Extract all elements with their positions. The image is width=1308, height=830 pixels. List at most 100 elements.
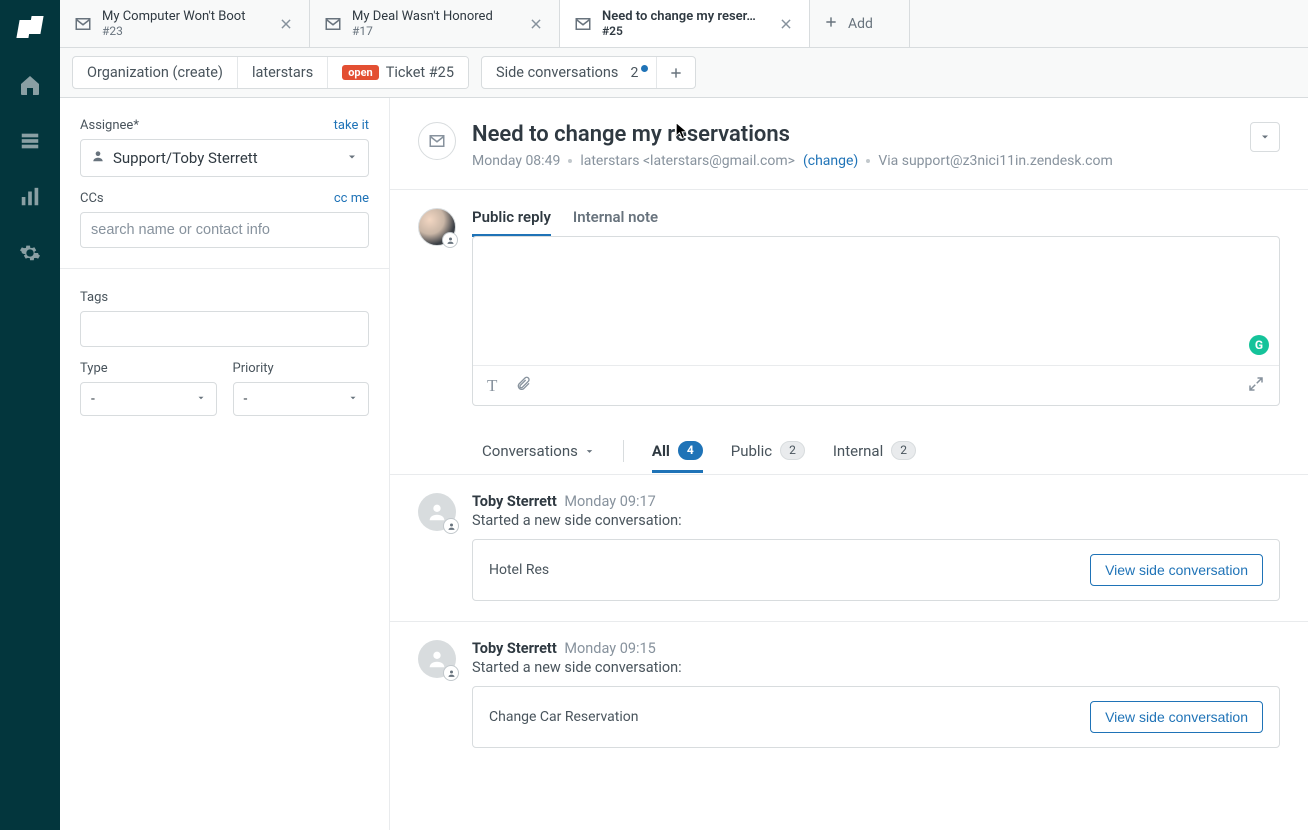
priority-label: Priority xyxy=(233,361,370,376)
agent-badge-icon xyxy=(443,665,459,681)
public-reply-tab[interactable]: Public reply xyxy=(472,208,551,237)
reply-section: Public reply Internal note G T xyxy=(390,190,1308,434)
ticket-requester: laterstars <laterstars@gmail.com> xyxy=(580,153,795,169)
assignee-value: Support/Toby Sterrett xyxy=(113,149,258,167)
reporting-icon[interactable] xyxy=(17,184,43,210)
dot-separator-icon xyxy=(568,159,572,163)
change-requester-link[interactable]: (change) xyxy=(803,153,858,169)
workspace-tab[interactable]: My Deal Wasn't Honored #17 xyxy=(310,0,560,47)
cc-me-link[interactable]: cc me xyxy=(334,191,369,206)
context-pill-row: Organization (create) laterstars open Ti… xyxy=(60,48,1308,98)
tab-sub: #25 xyxy=(602,24,767,38)
priority-select[interactable]: - xyxy=(233,382,370,416)
assignee-select[interactable]: Support/Toby Sterrett xyxy=(80,139,369,177)
take-it-link[interactable]: take it xyxy=(334,118,369,133)
user-avatar xyxy=(418,493,456,531)
home-icon[interactable] xyxy=(17,72,43,98)
conversation-filters: Conversations All 4 Public 2 Internal 2 xyxy=(390,434,1308,475)
agent-badge-icon xyxy=(442,232,458,248)
internal-note-tab[interactable]: Internal note xyxy=(573,208,658,237)
unread-indicator-icon xyxy=(641,65,648,72)
mail-icon xyxy=(324,15,342,33)
reply-tabs: Public reply Internal note xyxy=(472,208,1280,237)
close-icon[interactable] xyxy=(277,15,295,33)
side-conversation-card: Hotel Res View side conversation xyxy=(472,539,1280,601)
ccs-label: CCs xyxy=(80,191,104,206)
conv-tab-all-label: All xyxy=(652,442,670,460)
mail-icon xyxy=(74,15,92,33)
tab-sub: #17 xyxy=(352,24,517,38)
tab-title: My Computer Won't Boot xyxy=(102,9,267,24)
tab-sub: #23 xyxy=(102,24,267,38)
side-conversation-title: Hotel Res xyxy=(489,562,549,578)
reply-toolbar: T xyxy=(473,365,1279,405)
conv-action-text: Started a new side conversation: xyxy=(472,659,1280,676)
context-pill-group: Organization (create) laterstars open Ti… xyxy=(72,56,469,89)
views-icon[interactable] xyxy=(17,128,43,154)
workspace-tab[interactable]: My Computer Won't Boot #23 xyxy=(60,0,310,47)
conv-tab-public-count: 2 xyxy=(780,441,805,460)
admin-gear-icon[interactable] xyxy=(17,240,43,266)
ticket-title: Need to change my reservations xyxy=(472,122,1234,147)
divider xyxy=(623,440,624,462)
ticket-options-button[interactable] xyxy=(1250,122,1280,152)
mail-icon xyxy=(574,15,592,33)
tags-input[interactable] xyxy=(80,311,369,347)
ticket-meta: Monday 08:49 laterstars <laterstars@gmai… xyxy=(472,153,1234,169)
type-select[interactable]: - xyxy=(80,382,217,416)
side-conversation-title: Change Car Reservation xyxy=(489,709,638,725)
reply-textarea[interactable] xyxy=(473,237,1279,365)
conversations-dropdown[interactable]: Conversations xyxy=(482,442,595,460)
close-icon[interactable] xyxy=(527,15,545,33)
add-tab-label: Add xyxy=(848,16,873,32)
requester-pill[interactable]: laterstars xyxy=(238,57,328,88)
side-conversations-pill[interactable]: Side conversations 2 xyxy=(482,57,657,88)
zendesk-logo-icon[interactable] xyxy=(16,14,44,42)
attachment-icon[interactable] xyxy=(515,376,531,396)
tab-title: My Deal Wasn't Honored xyxy=(352,9,517,24)
type-value: - xyxy=(91,391,95,407)
ticket-pill-label: Ticket #25 xyxy=(386,64,454,81)
side-conversations-label: Side conversations xyxy=(496,64,618,81)
tab-title: Need to change my reser… xyxy=(602,9,767,24)
agent-avatar xyxy=(418,208,456,246)
close-icon[interactable] xyxy=(777,15,795,33)
macro-apply-icon[interactable] xyxy=(1247,375,1265,397)
grammarly-icon[interactable]: G xyxy=(1249,335,1269,355)
person-icon xyxy=(91,149,105,167)
ticket-time: Monday 08:49 xyxy=(472,153,560,169)
add-side-conversation-button[interactable] xyxy=(657,57,695,88)
ccs-input[interactable] xyxy=(80,212,369,248)
conv-tab-all[interactable]: All 4 xyxy=(652,441,703,473)
plus-icon xyxy=(824,15,838,33)
tags-label: Tags xyxy=(80,290,108,305)
view-side-conversation-button[interactable]: View side conversation xyxy=(1090,554,1263,586)
channel-mail-icon xyxy=(418,122,456,160)
conversation-entry: Toby Sterrett Monday 09:15 Started a new… xyxy=(390,622,1308,758)
reply-editor[interactable]: G T xyxy=(472,236,1280,406)
agent-badge-icon xyxy=(443,518,459,534)
side-conversation-card: Change Car Reservation View side convers… xyxy=(472,686,1280,748)
chevron-down-icon xyxy=(348,391,358,407)
assignee-label: Assignee* xyxy=(80,118,139,133)
conv-tab-internal[interactable]: Internal 2 xyxy=(833,441,916,473)
conv-author: Toby Sterrett xyxy=(472,640,557,657)
conv-time: Monday 09:17 xyxy=(564,493,655,510)
user-avatar xyxy=(418,640,456,678)
side-conversation-pill-group: Side conversations 2 xyxy=(481,56,696,89)
text-format-icon[interactable]: T xyxy=(487,376,497,396)
conv-tab-public[interactable]: Public 2 xyxy=(731,441,805,473)
type-label: Type xyxy=(80,361,217,376)
divider xyxy=(60,268,389,269)
side-conversations-count: 2 xyxy=(631,65,639,81)
ticket-pill[interactable]: open Ticket #25 xyxy=(328,57,468,88)
ticket-via: Via support@z3nici11in.zendesk.com xyxy=(878,153,1112,169)
organization-pill[interactable]: Organization (create) xyxy=(73,57,238,88)
chevron-down-icon xyxy=(196,391,206,407)
add-tab-button[interactable]: Add xyxy=(810,0,910,47)
view-side-conversation-button[interactable]: View side conversation xyxy=(1090,701,1263,733)
conv-author: Toby Sterrett xyxy=(472,493,557,510)
conv-tab-public-label: Public xyxy=(731,442,772,460)
workspace-tab-active[interactable]: Need to change my reser… #25 xyxy=(560,0,810,47)
conv-tab-internal-label: Internal xyxy=(833,442,883,460)
